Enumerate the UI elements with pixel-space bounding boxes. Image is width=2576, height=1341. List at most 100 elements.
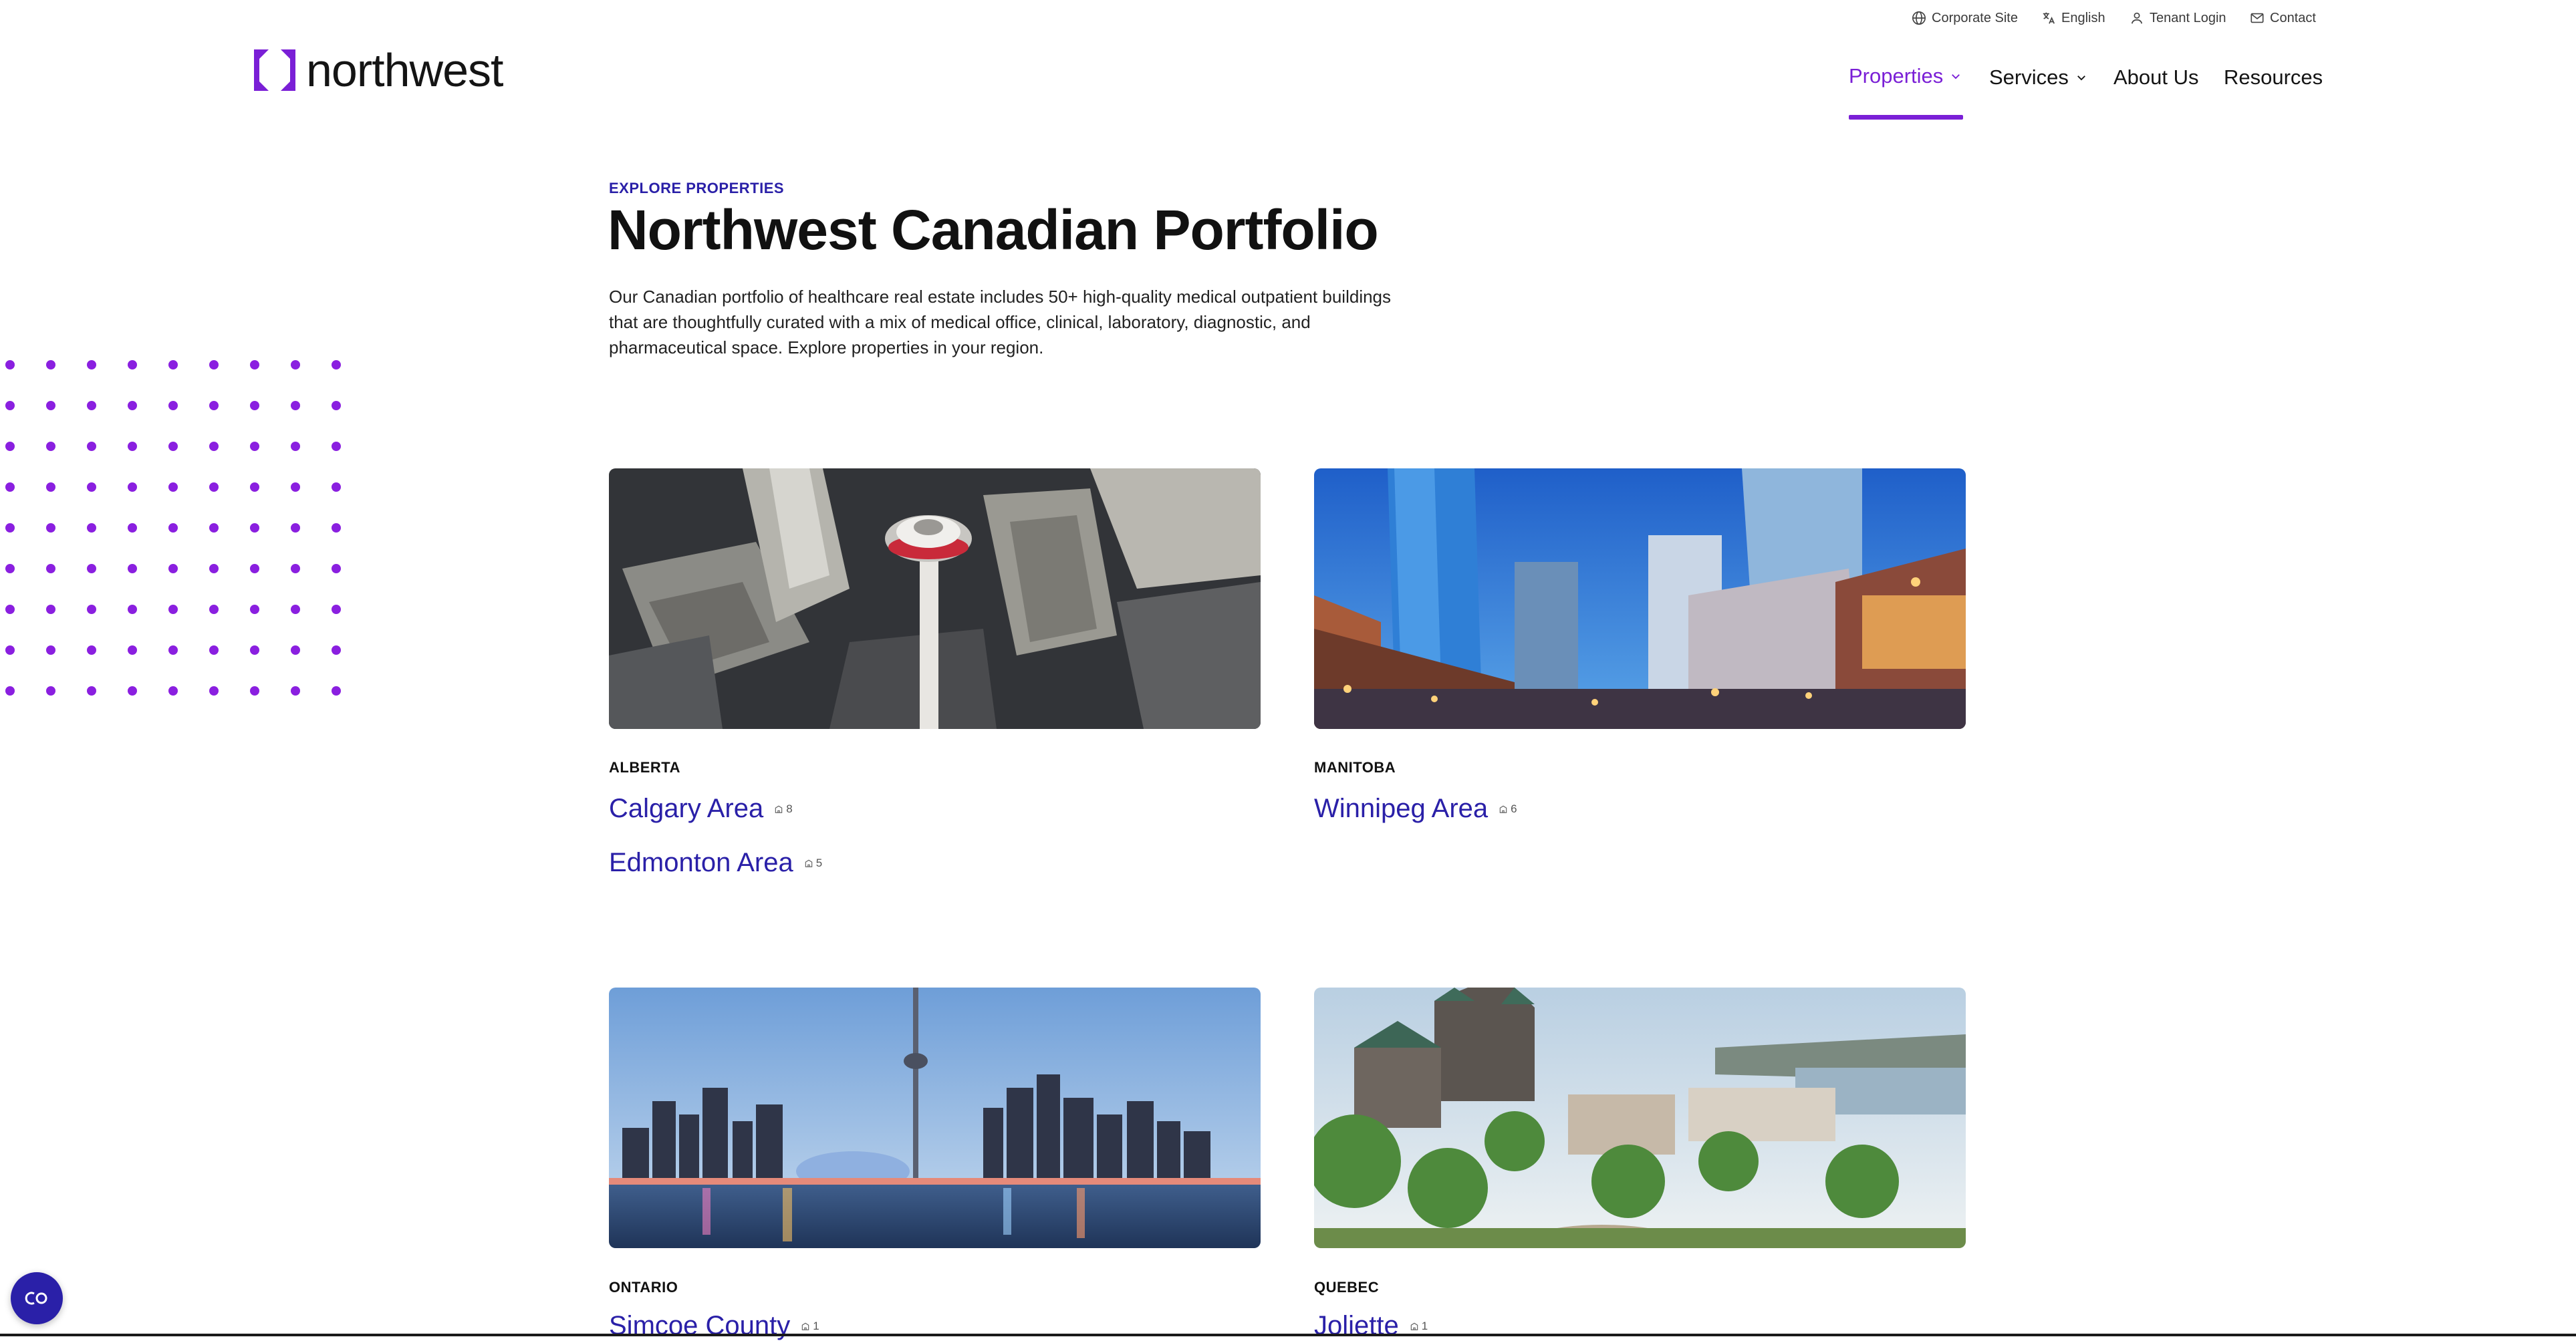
decorative-dot <box>46 686 55 696</box>
page-title: Northwest Canadian Portfolio <box>608 198 1379 261</box>
alberta-region-image[interactable] <box>609 468 1261 729</box>
area-name: Simcoe County <box>609 1311 791 1340</box>
decorative-dot <box>209 442 219 451</box>
chat-widget-button[interactable] <box>11 1272 63 1324</box>
contact-label: Contact <box>2270 10 2316 25</box>
quebec-region-image[interactable] <box>1314 988 1966 1248</box>
chevron-down-icon <box>2077 76 2085 81</box>
decorative-dot <box>250 482 259 492</box>
decorative-dot-grid <box>0 358 354 706</box>
chevron-down-icon <box>1952 74 1960 80</box>
property-count-badge: 8 <box>774 802 793 816</box>
property-count: 5 <box>815 856 823 869</box>
decorative-dot <box>291 360 300 369</box>
contact-link[interactable]: Contact <box>2250 9 2316 27</box>
area-link-joliette[interactable]: Joliette 1 <box>1314 1311 1428 1341</box>
ontario-region-image[interactable] <box>609 988 1261 1248</box>
nav-services[interactable]: Services <box>1989 65 2087 90</box>
province-label: ONTARIO <box>609 1279 678 1296</box>
nav-properties[interactable]: Properties <box>1849 64 1962 88</box>
decorative-dot <box>250 442 259 451</box>
decorative-dot <box>168 645 178 655</box>
corporate-site-label: Corporate Site <box>1932 10 2018 25</box>
manitoba-region-image[interactable] <box>1314 468 1966 729</box>
decorative-dot <box>87 401 96 410</box>
area-name: Joliette <box>1314 1311 1399 1340</box>
decorative-dot <box>209 401 219 410</box>
nav-about-us[interactable]: About Us <box>2113 65 2199 90</box>
decorative-dot <box>332 645 341 655</box>
tenant-login-label: Tenant Login <box>2150 10 2226 25</box>
language-selector[interactable]: English <box>2041 9 2105 27</box>
globe-icon <box>1912 11 1926 25</box>
decorative-dot <box>5 605 15 614</box>
corporate-site-link[interactable]: Corporate Site <box>1912 9 2018 27</box>
decorative-dot <box>5 442 15 451</box>
area-link-winnipeg[interactable]: Winnipeg Area 6 <box>1314 794 1517 824</box>
decorative-dot <box>332 605 341 614</box>
property-count: 8 <box>786 802 793 815</box>
decorative-dot <box>5 360 15 369</box>
decorative-dot <box>332 686 341 696</box>
decorative-dot <box>168 605 178 614</box>
tenant-login-link[interactable]: Tenant Login <box>2130 9 2226 27</box>
decorative-dot <box>87 523 96 533</box>
building-icon <box>805 859 812 867</box>
property-count-badge: 1 <box>801 1320 819 1333</box>
chat-bubble-icon <box>25 1292 47 1305</box>
decorative-dot <box>5 686 15 696</box>
area-link-edmonton[interactable]: Edmonton Area 5 <box>609 848 822 878</box>
decorative-dot <box>46 564 55 573</box>
decorative-dot <box>5 645 15 655</box>
language-label: English <box>2061 10 2105 25</box>
decorative-dot <box>209 645 219 655</box>
property-count-badge: 5 <box>804 857 822 870</box>
decorative-dot <box>291 401 300 410</box>
decorative-dot <box>209 686 219 696</box>
decorative-dot <box>332 564 341 573</box>
province-label: ALBERTA <box>609 759 680 776</box>
decorative-dot <box>128 442 137 451</box>
decorative-dot <box>128 482 137 492</box>
mail-icon <box>2250 13 2264 23</box>
nav-properties-label: Properties <box>1849 64 1944 88</box>
decorative-dot <box>5 482 15 492</box>
decorative-dot <box>209 564 219 573</box>
decorative-dot <box>168 564 178 573</box>
decorative-dot <box>209 605 219 614</box>
area-name: Calgary Area <box>609 794 764 823</box>
property-count-badge: 6 <box>1499 802 1517 816</box>
decorative-dot <box>46 360 55 369</box>
intro-description: Our Canadian portfolio of healthcare rea… <box>609 287 1392 357</box>
decorative-dot <box>128 401 137 410</box>
decorative-dot <box>291 605 300 614</box>
decorative-dot <box>332 482 341 492</box>
decorative-dot <box>250 605 259 614</box>
area-link-calgary[interactable]: Calgary Area 8 <box>609 794 793 824</box>
property-count: 6 <box>1511 802 1517 815</box>
decorative-dot <box>128 605 137 614</box>
decorative-dot <box>291 564 300 573</box>
decorative-dot <box>332 360 341 369</box>
area-link-simcoe[interactable]: Simcoe County 1 <box>609 1311 819 1341</box>
northwest-logo[interactable]: northwest <box>254 47 503 94</box>
decorative-dot <box>168 360 178 369</box>
decorative-dot <box>46 401 55 410</box>
nav-active-indicator <box>1849 115 1963 120</box>
decorative-dot <box>168 401 178 410</box>
nav-resources[interactable]: Resources <box>2224 65 2323 90</box>
decorative-dot <box>128 686 137 696</box>
decorative-dot <box>168 523 178 533</box>
decorative-dot <box>168 686 178 696</box>
decorative-dot <box>128 360 137 369</box>
decorative-dot <box>87 686 96 696</box>
quebec-city-chateau-photo <box>1314 988 1966 1248</box>
decorative-dot <box>250 401 259 410</box>
decorative-dot <box>87 482 96 492</box>
area-name: Winnipeg Area <box>1314 794 1489 823</box>
decorative-dot <box>291 645 300 655</box>
toronto-skyline-photo <box>609 988 1261 1248</box>
decorative-dot <box>250 686 259 696</box>
logo-wordmark: northwest <box>306 44 503 96</box>
decorative-dot <box>209 482 219 492</box>
